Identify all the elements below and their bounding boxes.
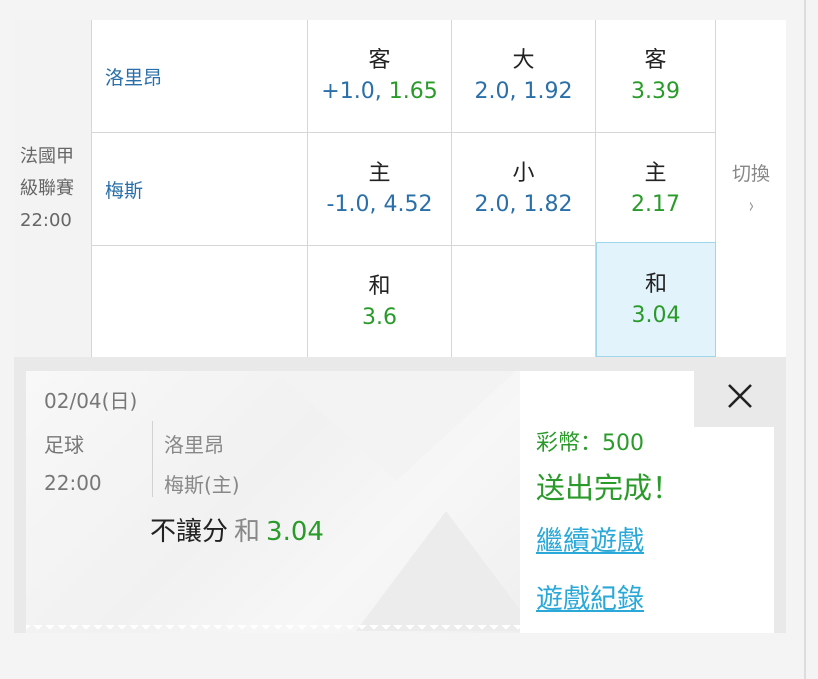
odd-value: -1.0, 4.52 — [326, 192, 433, 217]
bet-outcome: 和 — [234, 517, 261, 547]
chevron-right-icon: › — [748, 193, 754, 219]
divider — [152, 421, 153, 497]
odd-value: 2.17 — [631, 192, 680, 217]
odd-handicap-home[interactable]: 主 -1.0, 4.52 — [308, 133, 452, 246]
right-edge-border — [804, 0, 806, 679]
slip-date: 02/04(日) — [44, 389, 138, 413]
odd-label: 大 — [512, 48, 535, 73]
team-away: 洛里昂 — [92, 20, 308, 133]
coins-balance: 彩幣：500 — [536, 431, 644, 456]
slip-team2: 梅斯(主) — [164, 473, 240, 497]
slip-panel-top — [520, 371, 694, 427]
odd-value: 3.6 — [362, 304, 397, 330]
team-away-name: 洛里昂 — [105, 66, 163, 89]
odd-empty — [452, 246, 596, 357]
odd-label: 主 — [644, 161, 667, 186]
bet-odds: 3.04 — [266, 517, 324, 547]
team-home-name: 梅斯 — [105, 179, 144, 202]
odd-value: 2.0, 1.82 — [474, 192, 573, 217]
odd-label: 和 — [368, 273, 391, 299]
bet-slip: 02/04(日) 足球 22:00 洛里昂 梅斯(主) 不讓分和 3.04 彩幣：… — [14, 357, 786, 633]
slip-bet-summary: 不讓分和 3.04 — [150, 511, 324, 548]
odd-draw-handicap[interactable]: 和 3.6 — [308, 246, 452, 357]
league-info: 法國甲 級聯賽 22:00 — [14, 20, 92, 357]
league-name-line1: 法國甲 — [20, 145, 74, 167]
handicap-line: -1.0 — [326, 192, 370, 217]
match-time: 22:00 — [20, 209, 72, 231]
bet-ticket: 02/04(日) 足球 22:00 洛里昂 梅斯(主) 不讓分和 3.04 — [26, 371, 520, 633]
odd-label: 客 — [368, 48, 391, 73]
odd-total-over[interactable]: 大 2.0, 1.92 — [452, 20, 596, 133]
slip-time: 22:00 — [44, 471, 102, 495]
background-pattern — [276, 371, 516, 481]
ticket-zigzag-edge — [26, 625, 520, 633]
odd-moneyline-away[interactable]: 客 3.39 — [596, 20, 716, 133]
odd-value: +1.0, 1.65 — [321, 79, 438, 104]
team-draw-empty — [92, 246, 308, 357]
handicap-price: 4.52 — [383, 192, 433, 217]
close-button[interactable] — [714, 371, 766, 421]
game-history-link[interactable]: 遊戲紀錄 — [536, 577, 644, 616]
odd-value: 3.04 — [631, 302, 681, 328]
slip-sport: 足球 — [44, 433, 84, 457]
submit-status: 送出完成！ — [536, 471, 682, 505]
handicap-price: 1.65 — [388, 79, 438, 104]
team-home: 梅斯 — [92, 133, 308, 246]
odd-label: 客 — [644, 48, 667, 73]
handicap-line: +1.0 — [321, 79, 375, 104]
switch-label: 切換 — [731, 162, 770, 185]
close-icon — [728, 384, 752, 408]
odds-table: 法國甲 級聯賽 22:00 洛里昂 梅斯 客 +1.0, 1.65 大 2.0,… — [14, 20, 786, 357]
odd-total-under[interactable]: 小 2.0, 1.82 — [452, 133, 596, 246]
odd-label: 和 — [644, 271, 667, 297]
odd-handicap-away[interactable]: 客 +1.0, 1.65 — [308, 20, 452, 133]
background-pattern — [356, 511, 520, 631]
slip-team1: 洛里昂 — [164, 433, 224, 457]
odd-label: 小 — [512, 161, 535, 186]
switch-button[interactable]: 切換 › — [716, 20, 786, 357]
odd-value: 3.39 — [631, 79, 680, 104]
bet-type: 不讓分 — [150, 517, 229, 547]
odd-moneyline-home[interactable]: 主 2.17 — [596, 133, 716, 246]
odd-moneyline-draw-selected[interactable]: 和 3.04 — [596, 242, 716, 357]
odd-label: 主 — [368, 161, 391, 186]
odd-value: 2.0, 1.92 — [474, 79, 573, 104]
league-name-line2: 級聯賽 — [20, 177, 74, 199]
continue-game-link[interactable]: 繼續遊戲 — [536, 519, 644, 558]
